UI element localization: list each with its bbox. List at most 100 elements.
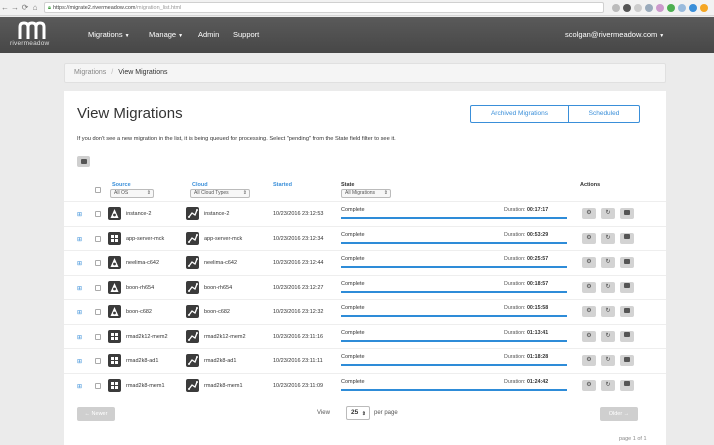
archive-button[interactable] bbox=[620, 232, 634, 244]
archive-button[interactable] bbox=[620, 379, 634, 391]
caret-down-icon: ▼ bbox=[178, 33, 184, 39]
nav-admin[interactable]: Admin bbox=[198, 30, 219, 39]
expand-icon[interactable]: ⊞ bbox=[77, 285, 82, 292]
row-checkbox[interactable] bbox=[95, 333, 101, 340]
state-text: Complete bbox=[341, 305, 365, 311]
expand-icon[interactable]: ⊞ bbox=[77, 358, 82, 365]
settings-button[interactable]: ⚙ bbox=[582, 208, 596, 219]
expand-icon[interactable]: ⊞ bbox=[77, 334, 82, 341]
extension-icon[interactable] bbox=[612, 3, 620, 12]
archive-button[interactable] bbox=[620, 355, 634, 366]
extension-icon[interactable] bbox=[645, 3, 653, 12]
folder-icon bbox=[81, 159, 87, 164]
nav-support[interactable]: Support bbox=[233, 30, 259, 39]
source-name[interactable]: instance-2 bbox=[126, 211, 151, 217]
user-menu[interactable]: scolgan@rivermeadow.com ▼ bbox=[565, 30, 664, 39]
nav-manage[interactable]: Manage ▼ bbox=[149, 30, 183, 39]
archive-selected-button[interactable] bbox=[77, 156, 90, 167]
retry-button[interactable]: ↻ bbox=[601, 330, 615, 342]
newer-button[interactable]: ← Newer bbox=[77, 407, 115, 421]
expand-icon[interactable]: ⊞ bbox=[77, 309, 82, 316]
row-checkbox[interactable] bbox=[95, 358, 101, 364]
row-checkbox[interactable] bbox=[95, 309, 101, 315]
source-name[interactable]: boon-rh654 bbox=[126, 285, 154, 291]
retry-button[interactable]: ↻ bbox=[601, 306, 615, 317]
home-icon[interactable]: ⌂ bbox=[30, 3, 40, 12]
settings-button[interactable]: ⚙ bbox=[582, 379, 596, 391]
extension-icon[interactable] bbox=[667, 3, 675, 12]
row-checkbox[interactable] bbox=[95, 260, 101, 266]
expand-icon[interactable]: ⊞ bbox=[77, 211, 82, 218]
extension-icon[interactable] bbox=[656, 3, 664, 12]
retry-button[interactable]: ↻ bbox=[601, 208, 615, 219]
tab-scheduled[interactable]: Scheduled bbox=[569, 106, 639, 122]
state-filter-select[interactable]: All Migrations ⇕ bbox=[341, 189, 391, 198]
address-bar[interactable]: 🔒︎ https://migrate2.rivermeadow.com/migra… bbox=[44, 2, 604, 13]
retry-button[interactable]: ↻ bbox=[601, 257, 615, 268]
archive-button[interactable] bbox=[620, 330, 634, 342]
extension-icon[interactable] bbox=[700, 3, 708, 12]
source-name[interactable]: neelima-c642 bbox=[126, 260, 159, 266]
row-checkbox[interactable] bbox=[95, 235, 101, 242]
row-checkbox[interactable] bbox=[95, 211, 101, 217]
retry-button[interactable]: ↻ bbox=[601, 232, 615, 244]
expand-icon[interactable]: ⊞ bbox=[77, 260, 82, 267]
archive-button[interactable] bbox=[620, 281, 634, 293]
settings-button[interactable]: ⚙ bbox=[582, 232, 596, 244]
tab-archived-migrations[interactable]: Archived Migrations bbox=[471, 106, 569, 122]
settings-button[interactable]: ⚙ bbox=[582, 281, 596, 293]
retry-button[interactable]: ↻ bbox=[601, 281, 615, 293]
header-source[interactable]: Source bbox=[112, 182, 131, 188]
settings-button[interactable]: ⚙ bbox=[582, 355, 596, 366]
extension-icon[interactable] bbox=[634, 3, 642, 12]
source-filter-select[interactable]: All OS ⇕ bbox=[110, 189, 154, 198]
archive-button[interactable] bbox=[620, 257, 634, 268]
extension-icon[interactable] bbox=[623, 3, 631, 12]
per-page-value: 25 bbox=[351, 409, 359, 416]
row-checkbox[interactable] bbox=[95, 284, 101, 291]
cloud-name[interactable]: rmad2k8-mem1 bbox=[204, 383, 243, 389]
cloud-name[interactable]: boon-rh654 bbox=[204, 285, 232, 291]
gear-icon: ⚙ bbox=[586, 357, 592, 363]
header-cloud[interactable]: Cloud bbox=[192, 182, 208, 188]
settings-button[interactable]: ⚙ bbox=[582, 257, 596, 268]
cloud-target-icon bbox=[186, 378, 199, 392]
breadcrumb-migrations[interactable]: Migrations bbox=[74, 69, 106, 76]
cloud-name[interactable]: app-server-mck bbox=[204, 236, 242, 242]
retry-button[interactable]: ↻ bbox=[601, 379, 615, 391]
cloud-name[interactable]: rmad2k12-mem2 bbox=[204, 334, 246, 340]
older-button[interactable]: Older → bbox=[600, 407, 638, 421]
cloud-filter-select[interactable]: All Cloud Types ⇕ bbox=[190, 189, 250, 198]
source-name[interactable]: rmad2k8-mem1 bbox=[126, 383, 165, 389]
select-all-checkbox[interactable] bbox=[95, 187, 101, 193]
cloud-name[interactable]: instance-2 bbox=[204, 211, 229, 217]
state-text: Complete bbox=[341, 354, 365, 360]
retry-button[interactable]: ↻ bbox=[601, 355, 615, 366]
source-name[interactable]: rmad2k12-mem2 bbox=[126, 334, 168, 340]
forward-icon[interactable]: → bbox=[10, 3, 20, 12]
rivermeadow-logo[interactable]: rivermeadow bbox=[10, 19, 58, 51]
header-started[interactable]: Started bbox=[273, 182, 292, 188]
extension-icon[interactable] bbox=[689, 3, 697, 12]
archive-button[interactable] bbox=[620, 208, 634, 219]
nav-label: Migrations bbox=[88, 30, 123, 39]
refresh-icon: ↻ bbox=[605, 259, 611, 265]
source-name[interactable]: boon-c682 bbox=[126, 309, 152, 315]
settings-button[interactable]: ⚙ bbox=[582, 330, 596, 342]
reload-icon[interactable]: ⟳ bbox=[20, 3, 30, 12]
settings-button[interactable]: ⚙ bbox=[582, 306, 596, 317]
cloud-name[interactable]: neelima-c642 bbox=[204, 260, 237, 266]
cloud-name[interactable]: rmad2k8-ad1 bbox=[204, 358, 236, 364]
source-name[interactable]: rmad2k8-ad1 bbox=[126, 358, 158, 364]
source-name[interactable]: app-server-mck bbox=[126, 236, 164, 242]
extension-icon[interactable] bbox=[678, 3, 686, 12]
cloud-name[interactable]: boon-c682 bbox=[204, 309, 230, 315]
nav-migrations[interactable]: Migrations ▼ bbox=[88, 30, 130, 39]
archive-button[interactable] bbox=[620, 306, 634, 317]
state-text: Complete bbox=[341, 256, 365, 262]
back-icon[interactable]: ← bbox=[0, 3, 10, 12]
per-page-select[interactable]: 25 ⇕ bbox=[346, 406, 370, 420]
expand-icon[interactable]: ⊞ bbox=[77, 236, 82, 243]
expand-icon[interactable]: ⊞ bbox=[77, 383, 82, 390]
row-checkbox[interactable] bbox=[95, 382, 101, 389]
